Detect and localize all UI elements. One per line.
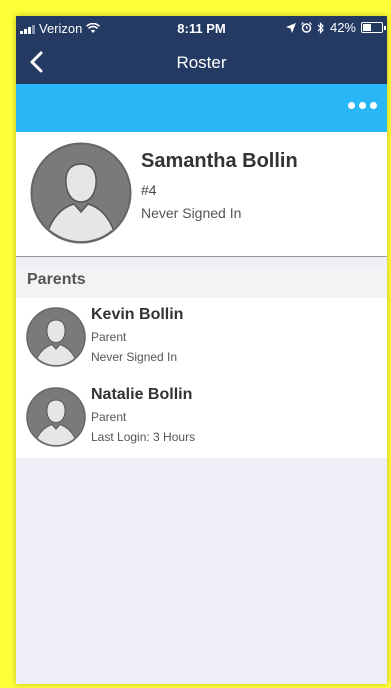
more-horizontal-icon bbox=[348, 102, 355, 109]
list-item[interactable]: Natalie Bollin Parent Last Login: 3 Hour… bbox=[16, 378, 387, 458]
phone-screen: Verizon 8:11 PM 42% Roster Samantha Boll… bbox=[16, 16, 387, 684]
parent-name: Natalie Bollin bbox=[91, 386, 193, 403]
parent-status: Never Signed In bbox=[91, 350, 178, 364]
player-profile-card: Samantha Bollin #4 Never Signed In bbox=[16, 132, 387, 257]
battery-percent: 42% bbox=[329, 20, 356, 35]
action-toolbar bbox=[16, 84, 387, 132]
location-icon bbox=[285, 22, 296, 33]
parent-role: Parent bbox=[91, 410, 127, 424]
status-right: 42% bbox=[285, 20, 386, 35]
section-title: Parents bbox=[27, 271, 86, 288]
navigation-bar: Roster bbox=[16, 40, 387, 84]
parents-list: Kevin Bollin Parent Never Signed In Nata… bbox=[16, 298, 387, 458]
parents-section-header: Parents bbox=[16, 266, 387, 298]
avatar bbox=[26, 307, 86, 367]
parent-name: Kevin Bollin bbox=[91, 306, 184, 323]
avatar bbox=[26, 387, 86, 447]
status-bar: Verizon 8:11 PM 42% bbox=[16, 16, 387, 40]
page-title: Roster bbox=[176, 53, 227, 72]
player-avatar bbox=[30, 142, 132, 244]
parent-status: Last Login: 3 Hours bbox=[91, 430, 196, 444]
alarm-icon bbox=[301, 22, 312, 33]
parent-role: Parent bbox=[91, 330, 127, 344]
player-name: Samantha Bollin bbox=[141, 150, 298, 172]
list-item[interactable]: Kevin Bollin Parent Never Signed In bbox=[16, 298, 387, 378]
battery-icon bbox=[361, 22, 386, 33]
bluetooth-icon bbox=[317, 21, 324, 34]
player-sign-in-status: Never Signed In bbox=[141, 205, 242, 221]
more-options-button[interactable] bbox=[348, 102, 377, 109]
jersey-number: #4 bbox=[141, 182, 157, 198]
